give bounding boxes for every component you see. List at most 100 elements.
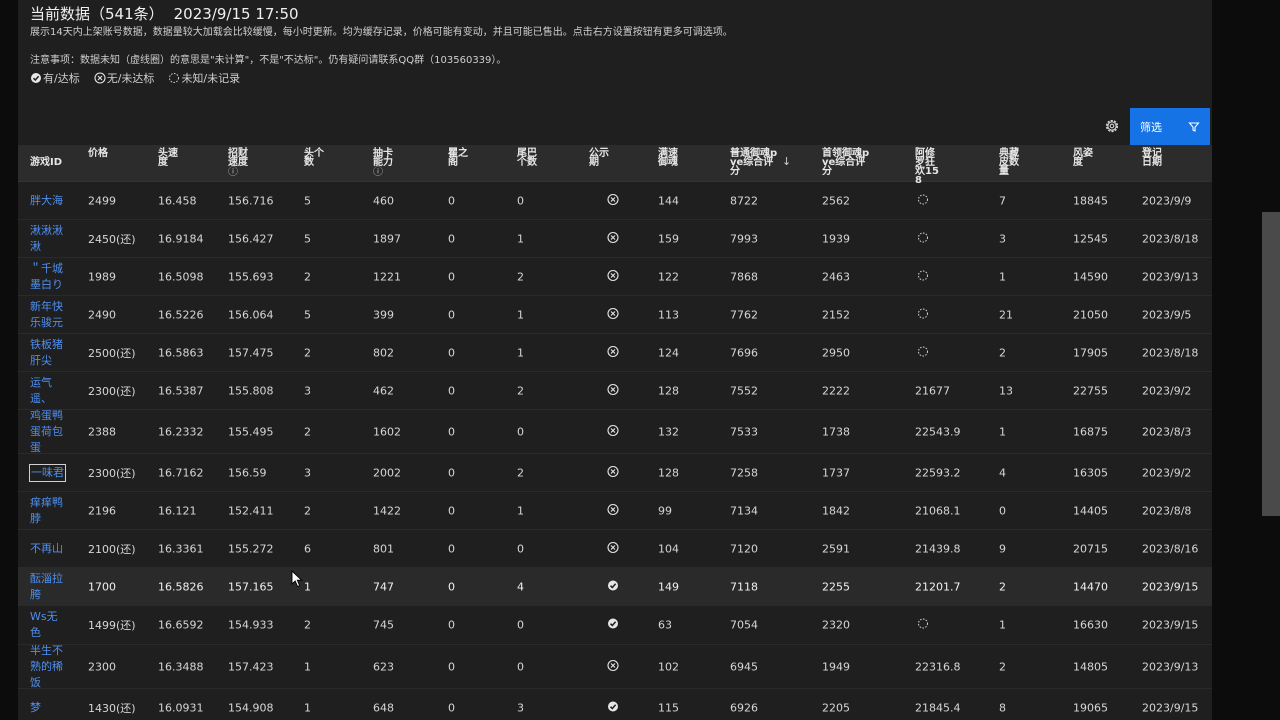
cell-price: 2450(还)	[88, 232, 136, 246]
cell-skin: 13	[999, 384, 1013, 397]
cell-eye: 0	[448, 194, 455, 207]
account-id-link[interactable]: 一味君	[29, 463, 66, 482]
cell-pve: 7868	[730, 270, 758, 283]
cell-fullspeed: 102	[658, 660, 679, 673]
update-timestamp: 2023/9/15 17:50	[173, 5, 299, 23]
cell-pve: 7120	[730, 542, 758, 555]
cell-fortune: 156.59	[228, 466, 267, 479]
account-id-link[interactable]: 梦	[30, 700, 66, 716]
cell-heads: 2	[304, 504, 311, 517]
column-header-tail[interactable]: 尾巴个数	[517, 149, 545, 168]
table-row: 痒痒鸭脖 2196 16.121 152.411 2 1422 0 1 99 7134 1842 21…	[18, 492, 1212, 530]
table-row: ＂千城墨白り 1989 16.5098 155.693 2 1221 0 2 122 7868 24…	[18, 258, 1212, 296]
cell-speed: 16.5387	[158, 384, 204, 397]
column-header-fortune[interactable]: 招财速度 ⓘ	[228, 149, 256, 179]
account-id-link[interactable]: 酝淄拉胯	[30, 571, 66, 603]
cell-date: 2023/9/9	[1142, 194, 1192, 207]
column-header-eye[interactable]: 瞿之阁	[448, 149, 476, 168]
account-id-link[interactable]: 鸡蛋鸭蛋荷包蛋	[30, 408, 66, 456]
public-status	[607, 579, 619, 594]
column-header-pve[interactable]: 普通御魂pve综合评分	[730, 149, 780, 177]
account-id-link[interactable]: 湫湫湫湫	[30, 223, 66, 255]
cell-date: 2023/8/18	[1142, 346, 1199, 359]
cell-price: 2300(还)	[88, 466, 136, 480]
cell-heads: 2	[304, 270, 311, 283]
column-header-lead[interactable]: 首领御魂pve综合评分	[822, 149, 872, 177]
cell-fortune: 152.411	[228, 504, 274, 517]
cell-lead: 1949	[822, 660, 850, 673]
asura-unknown	[917, 345, 929, 360]
column-header-draw[interactable]: 抽卡能力 ⓘ	[373, 149, 401, 179]
cell-eye: 0	[448, 232, 455, 245]
cell-speed: 16.458	[158, 194, 197, 207]
cell-style: 17905	[1073, 346, 1108, 359]
cell-price: 2490	[88, 308, 116, 321]
cell-draw: 623	[373, 660, 394, 673]
cell-date: 2023/8/8	[1142, 504, 1192, 517]
account-id-link[interactable]: ＂千城墨白り	[30, 261, 66, 293]
column-header-label: 公示期	[589, 148, 609, 168]
cell-fortune: 155.808	[228, 384, 274, 397]
cell-draw: 648	[373, 701, 394, 715]
account-id-link[interactable]: 运气遥、	[30, 375, 66, 407]
cell-asura: 21439.8	[915, 542, 961, 555]
cell-lead: 2463	[822, 270, 850, 283]
cell-speed: 16.5826	[158, 580, 204, 593]
cell-tail: 2	[517, 270, 524, 283]
cell-tail: 0	[517, 194, 524, 207]
info-icon[interactable]: ⓘ	[228, 167, 256, 179]
cell-asura: 21201.7	[915, 580, 961, 593]
column-header-id[interactable]: 游戏ID	[30, 158, 80, 168]
column-header-heads[interactable]: 头个数	[304, 148, 332, 168]
account-id-link[interactable]: 新年快乐骏元	[30, 299, 66, 331]
info-icon[interactable]: ⓘ	[373, 167, 401, 179]
cell-pve: 6926	[730, 701, 758, 715]
sort-descending-icon[interactable]: ↓	[782, 155, 791, 168]
filter-button-label: 筛选	[1140, 120, 1162, 134]
cell-eye: 0	[448, 580, 455, 593]
column-header-speed[interactable]: 头速度	[158, 149, 186, 168]
legend-unknown-label: 未知/未记录	[181, 72, 241, 85]
account-id-link[interactable]: 胖大海	[30, 193, 66, 209]
column-header-date[interactable]: 登记日期	[1142, 149, 1170, 168]
account-id-link[interactable]: 不再山	[30, 541, 66, 557]
column-header-label: 头个数	[304, 148, 324, 168]
cell-price: 2388	[88, 425, 116, 438]
column-header-public[interactable]: 公示期	[589, 148, 617, 168]
dashed-circle-icon	[918, 308, 928, 318]
dashed-circle-icon	[918, 618, 928, 629]
cell-skin: 3	[999, 232, 1006, 245]
table-row: 湫湫湫湫 2450(还) 16.9184 156.427 5 1897 0 1 159 7993 1…	[18, 220, 1212, 258]
column-header-fullspeed[interactable]: 满速御魂	[658, 149, 686, 168]
settings-gear-icon[interactable]	[1103, 117, 1121, 135]
column-header-style[interactable]: 风姿度	[1073, 149, 1101, 168]
column-header-asura[interactable]: 阿修罗狂欢158	[915, 149, 943, 186]
cell-style: 14470	[1073, 580, 1108, 593]
column-header-price[interactable]: 价格	[88, 149, 116, 159]
cell-eye: 0	[448, 660, 455, 673]
cell-pve: 7533	[730, 425, 758, 438]
cell-date: 2023/9/13	[1142, 270, 1199, 283]
account-id-link[interactable]: 铁板猪肝尖	[30, 337, 66, 369]
account-id-link[interactable]: 痒痒鸭脖	[30, 495, 66, 527]
cell-pve: 7993	[730, 232, 758, 245]
column-header-skin[interactable]: 典藏皮数量	[999, 149, 1027, 177]
cell-heads: 6	[304, 542, 311, 555]
page-scrollbar[interactable]	[1262, 212, 1280, 516]
cell-tail: 2	[517, 466, 524, 479]
table-row: 鸡蛋鸭蛋荷包蛋 2388 16.2332 155.495 2 1602 0 0 132 7533 1…	[18, 408, 1212, 456]
cell-style: 21050	[1073, 308, 1108, 321]
cell-fullspeed: 113	[658, 308, 679, 321]
cell-heads: 2	[304, 346, 311, 359]
cell-price: 2100(还)	[88, 542, 136, 556]
cell-style: 18845	[1073, 194, 1108, 207]
cell-style: 19065	[1073, 701, 1108, 715]
cell-style: 20715	[1073, 542, 1108, 555]
dashed-circle-icon	[918, 194, 928, 204]
page-note: 注意事项：数据未知（虚线圈）的意思是"未计算"，不是"不达标"。仍有疑问请联系Q…	[30, 55, 507, 66]
account-id-link[interactable]: 半生不熟的稀饭	[30, 643, 66, 691]
account-id-link[interactable]: Ws无色	[30, 609, 66, 641]
dashed-circle-icon	[918, 270, 928, 280]
table-body: 胖大海 2499 16.458 156.716 5 460 0 0 144 8722 2562 7 18…	[18, 182, 1212, 720]
filter-button[interactable]: 筛选	[1130, 108, 1210, 145]
